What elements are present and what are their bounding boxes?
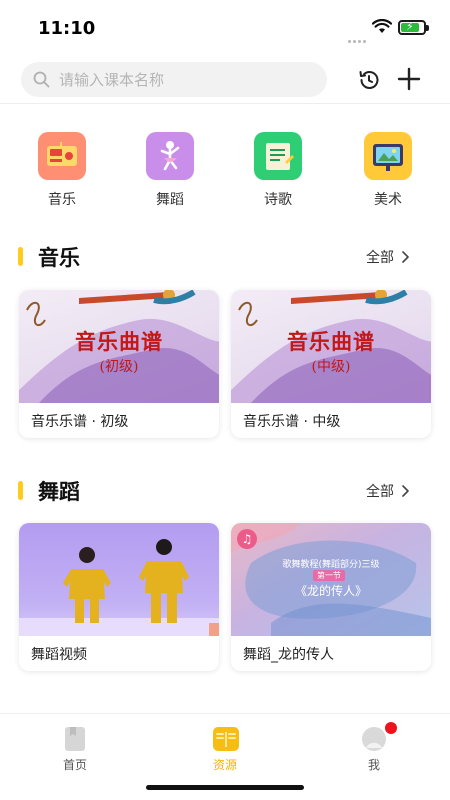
view-all-link[interactable]: 全部 bbox=[366, 481, 394, 501]
card-caption: 音乐乐谱 · 初级 bbox=[31, 414, 129, 430]
dance-icon bbox=[146, 132, 194, 180]
book-icon bbox=[62, 726, 88, 752]
signal-dots-icon bbox=[348, 28, 368, 47]
avatar-icon bbox=[361, 722, 397, 752]
view-all-link[interactable]: 全部 bbox=[366, 247, 394, 267]
art-icon bbox=[364, 132, 412, 180]
tab-label: 我 bbox=[367, 758, 380, 772]
thumb-title: 音乐曲谱 bbox=[287, 329, 375, 354]
music-note-icon: ♫ bbox=[237, 529, 257, 549]
open-book-icon bbox=[212, 726, 239, 752]
card-thumbnail: 音乐曲谱 (初级) bbox=[19, 290, 219, 403]
chevron-right-icon[interactable] bbox=[401, 484, 410, 498]
card-caption: 舞蹈_龙的传人 bbox=[243, 647, 334, 663]
notification-badge bbox=[385, 722, 397, 734]
category-label: 诗歌 bbox=[264, 192, 292, 208]
search-header bbox=[0, 56, 450, 104]
section-accent-bar bbox=[18, 247, 23, 266]
course-card[interactable]: 音乐曲谱 (初级) 音乐乐谱 · 初级 bbox=[19, 290, 219, 438]
tab-home[interactable]: 首页 bbox=[45, 726, 105, 773]
thumb-level: (初级) bbox=[99, 359, 139, 375]
tab-label: 首页 bbox=[62, 758, 87, 772]
thumb-level: (中级) bbox=[311, 359, 351, 375]
section-header-dance: 舞蹈 全部 bbox=[0, 476, 450, 506]
poem-icon bbox=[254, 132, 302, 180]
tab-me[interactable]: 我 bbox=[344, 722, 404, 773]
chevron-right-icon[interactable] bbox=[401, 250, 410, 264]
section-header-music: 音乐 全部 bbox=[0, 242, 450, 272]
category-art[interactable]: 美术 bbox=[348, 128, 428, 209]
section-title: 音乐 bbox=[38, 246, 80, 270]
tab-resources[interactable]: 资源 bbox=[195, 726, 255, 773]
status-time: 11:10 bbox=[38, 18, 96, 39]
course-card[interactable]: 舞蹈视频 bbox=[19, 523, 219, 671]
category-label: 美术 bbox=[374, 192, 402, 208]
card-thumbnail bbox=[19, 523, 219, 636]
search-bar[interactable] bbox=[21, 62, 327, 97]
card-caption: 音乐乐谱 · 中级 bbox=[243, 414, 341, 430]
music-icon bbox=[38, 132, 86, 180]
card-caption: 舞蹈视频 bbox=[31, 647, 87, 663]
status-bar: 11:10 ⚡ bbox=[0, 0, 450, 56]
card-thumbnail: 音乐曲谱 (中级) bbox=[231, 290, 431, 403]
search-icon bbox=[33, 71, 50, 88]
category-music[interactable]: 音乐 bbox=[22, 128, 102, 209]
battery-icon: ⚡ bbox=[398, 20, 429, 35]
plus-icon[interactable] bbox=[396, 66, 422, 92]
card-thumbnail: ♫ 歌舞教程(舞蹈部分)三级 第一节 《龙的传人》 bbox=[231, 523, 431, 636]
thumb-line: 《龙的传人》 bbox=[294, 584, 367, 598]
section-accent-bar bbox=[18, 481, 23, 500]
category-label: 音乐 bbox=[48, 192, 76, 208]
search-input[interactable] bbox=[59, 62, 319, 97]
wifi-icon bbox=[372, 19, 392, 33]
thumb-line: 歌舞教程(舞蹈部分)三级 bbox=[282, 560, 380, 570]
section-title: 舞蹈 bbox=[38, 480, 80, 504]
history-icon[interactable] bbox=[357, 68, 381, 92]
category-dance[interactable]: 舞蹈 bbox=[130, 128, 210, 209]
thumb-title: 音乐曲谱 bbox=[75, 329, 163, 354]
category-grid: 音乐 舞蹈 诗歌 美术 bbox=[0, 128, 450, 210]
category-label: 舞蹈 bbox=[156, 192, 184, 208]
category-poem[interactable]: 诗歌 bbox=[238, 128, 318, 209]
tab-label: 资源 bbox=[212, 758, 237, 772]
course-card[interactable]: ♫ 歌舞教程(舞蹈部分)三级 第一节 《龙的传人》 舞蹈_龙的传人 bbox=[231, 523, 431, 671]
dancers-illustration bbox=[19, 539, 219, 636]
course-card[interactable]: 音乐曲谱 (中级) 音乐乐谱 · 中级 bbox=[231, 290, 431, 438]
home-indicator bbox=[146, 785, 304, 790]
thumb-line: 第一节 bbox=[313, 570, 345, 581]
